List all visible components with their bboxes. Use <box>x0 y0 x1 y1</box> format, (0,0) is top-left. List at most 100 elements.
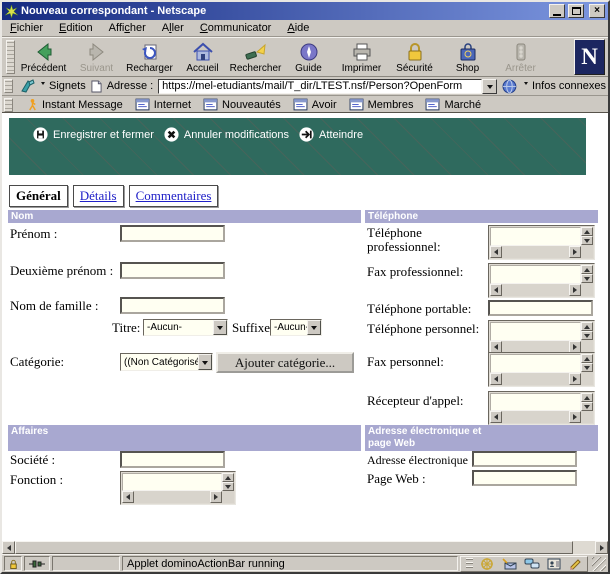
toolbar-back-button[interactable]: Précédent <box>17 39 70 76</box>
scroll-right-button[interactable] <box>569 284 581 296</box>
page-horizontal-scrollbar[interactable] <box>2 541 608 554</box>
email-field[interactable] <box>472 451 577 467</box>
tab-commentaires[interactable]: Commentaires <box>129 185 219 207</box>
vertical-scrollbar[interactable] <box>222 473 234 503</box>
scroll-left-button[interactable] <box>490 284 502 296</box>
horizontal-scrollbar[interactable] <box>490 373 581 385</box>
toolbar-search-button[interactable]: Rechercher <box>229 39 282 76</box>
category-select[interactable]: ((Non Catégorisé) <box>120 353 213 371</box>
office-phone-textarea[interactable] <box>488 225 595 260</box>
vertical-scrollbar[interactable] <box>581 227 593 258</box>
horizontal-scrollbar[interactable] <box>490 411 581 423</box>
textarea-text-area[interactable] <box>490 227 581 246</box>
scroll-down-button[interactable] <box>581 331 593 340</box>
first-name-field[interactable] <box>120 225 225 242</box>
last-name-field[interactable] <box>120 297 225 314</box>
minimize-button[interactable] <box>549 4 565 18</box>
scrollbar-thumb[interactable] <box>15 541 573 554</box>
toolbar-reload-button[interactable]: Recharger <box>123 39 176 76</box>
office-fax-textarea[interactable] <box>488 263 595 298</box>
component-bar-handle[interactable] <box>466 558 473 569</box>
vertical-scrollbar[interactable] <box>581 322 593 353</box>
web-page-field[interactable] <box>472 470 577 486</box>
online-indicator[interactable] <box>24 556 50 571</box>
vertical-scrollbar[interactable] <box>581 354 593 385</box>
menu-fichier[interactable]: Fichier <box>10 22 43 34</box>
scroll-left-button[interactable] <box>490 373 502 385</box>
personal-item-internet[interactable]: Internet <box>135 98 191 111</box>
textarea-text-area[interactable] <box>490 354 581 373</box>
scroll-right-button[interactable] <box>595 541 608 554</box>
toolbar-shop-button[interactable]: Shop <box>441 39 494 76</box>
discussions-icon[interactable] <box>524 558 540 570</box>
cancel-changes-button[interactable]: Annuler modifications <box>164 127 289 142</box>
scroll-up-button[interactable] <box>581 227 593 236</box>
pager-textarea[interactable] <box>488 391 595 425</box>
scroll-left-button[interactable] <box>490 246 502 258</box>
goto-button[interactable]: Atteindre <box>299 127 363 142</box>
toolbar-guide-button[interactable]: Guide <box>282 39 335 76</box>
scroll-up-button[interactable] <box>581 393 593 402</box>
toolbar-grippy[interactable] <box>4 79 13 93</box>
textarea-text-area[interactable] <box>122 473 222 491</box>
middle-name-field[interactable] <box>120 262 225 279</box>
toolbar-forward-button[interactable]: Suivant <box>70 39 123 76</box>
textarea-text-area[interactable] <box>490 265 581 284</box>
personal-item-nouveautes[interactable]: Nouveautés <box>203 98 281 111</box>
horizontal-scrollbar[interactable] <box>490 284 581 296</box>
scroll-up-button[interactable] <box>222 473 234 482</box>
toolbar-grippy[interactable] <box>4 98 13 112</box>
menu-communicator[interactable]: Communicator <box>200 22 272 34</box>
textarea-text-area[interactable] <box>490 393 581 411</box>
add-category-button[interactable]: Ajouter catégorie... <box>216 352 354 373</box>
scroll-left-button[interactable] <box>490 411 502 423</box>
url-input[interactable] <box>158 79 482 94</box>
scroll-down-button[interactable] <box>581 363 593 372</box>
scroll-down-button[interactable] <box>581 402 593 411</box>
vertical-scrollbar[interactable] <box>581 393 593 423</box>
title-bar[interactable]: Nouveau correspondant - Netscape × <box>2 2 608 20</box>
scrollbar-track[interactable] <box>573 541 595 554</box>
menu-edition[interactable]: Edition <box>59 22 93 34</box>
scroll-up-button[interactable] <box>581 322 593 331</box>
home-fax-textarea[interactable] <box>488 352 595 387</box>
toolbar-grippy[interactable] <box>6 40 15 74</box>
suffix-select[interactable]: -Aucun- <box>270 319 322 336</box>
menu-afficher[interactable]: Afficher <box>109 22 146 34</box>
horizontal-scrollbar[interactable] <box>490 246 581 258</box>
company-field[interactable] <box>120 451 225 468</box>
toolbar-print-button[interactable]: Imprimer <box>335 39 388 76</box>
scroll-down-button[interactable] <box>581 274 593 283</box>
toolbar-security-button[interactable]: Sécurité <box>388 39 441 76</box>
addressbook-icon[interactable] <box>547 558 561 570</box>
resize-grip[interactable] <box>592 557 606 571</box>
scroll-down-button[interactable] <box>581 236 593 245</box>
related-info-button[interactable]: Infos connexes <box>502 79 606 94</box>
home-phone-textarea[interactable] <box>488 320 595 355</box>
close-button[interactable]: × <box>589 4 605 18</box>
personal-item-membres[interactable]: Membres <box>349 98 414 111</box>
netscape-logo[interactable]: N <box>574 39 605 75</box>
select-arrow-button[interactable] <box>307 320 321 335</box>
menu-aller[interactable]: Aller <box>162 22 184 34</box>
horizontal-scrollbar[interactable] <box>122 491 222 503</box>
personal-item-avoir[interactable]: Avoir <box>293 98 337 111</box>
page-proxy-icon[interactable] <box>91 80 102 93</box>
mobile-phone-field[interactable] <box>488 300 593 316</box>
maximize-button[interactable] <box>568 4 584 18</box>
security-indicator[interactable] <box>4 556 22 571</box>
personal-item-marche[interactable]: Marché <box>425 98 481 111</box>
select-arrow-button[interactable] <box>198 354 212 370</box>
vertical-scrollbar[interactable] <box>581 265 593 296</box>
instant-message-button[interactable]: Instant Message <box>27 98 123 111</box>
scroll-left-button[interactable] <box>122 491 134 503</box>
tab-details[interactable]: Détails <box>73 185 124 207</box>
scroll-right-button[interactable] <box>569 373 581 385</box>
tab-general[interactable]: Général <box>9 185 68 207</box>
scroll-up-button[interactable] <box>581 265 593 274</box>
menu-aide[interactable]: Aide <box>287 22 309 34</box>
select-arrow-button[interactable] <box>213 320 227 335</box>
title-select[interactable]: -Aucun- <box>143 319 228 336</box>
url-dropdown-button[interactable] <box>482 79 497 94</box>
navigator-icon[interactable] <box>480 557 494 571</box>
